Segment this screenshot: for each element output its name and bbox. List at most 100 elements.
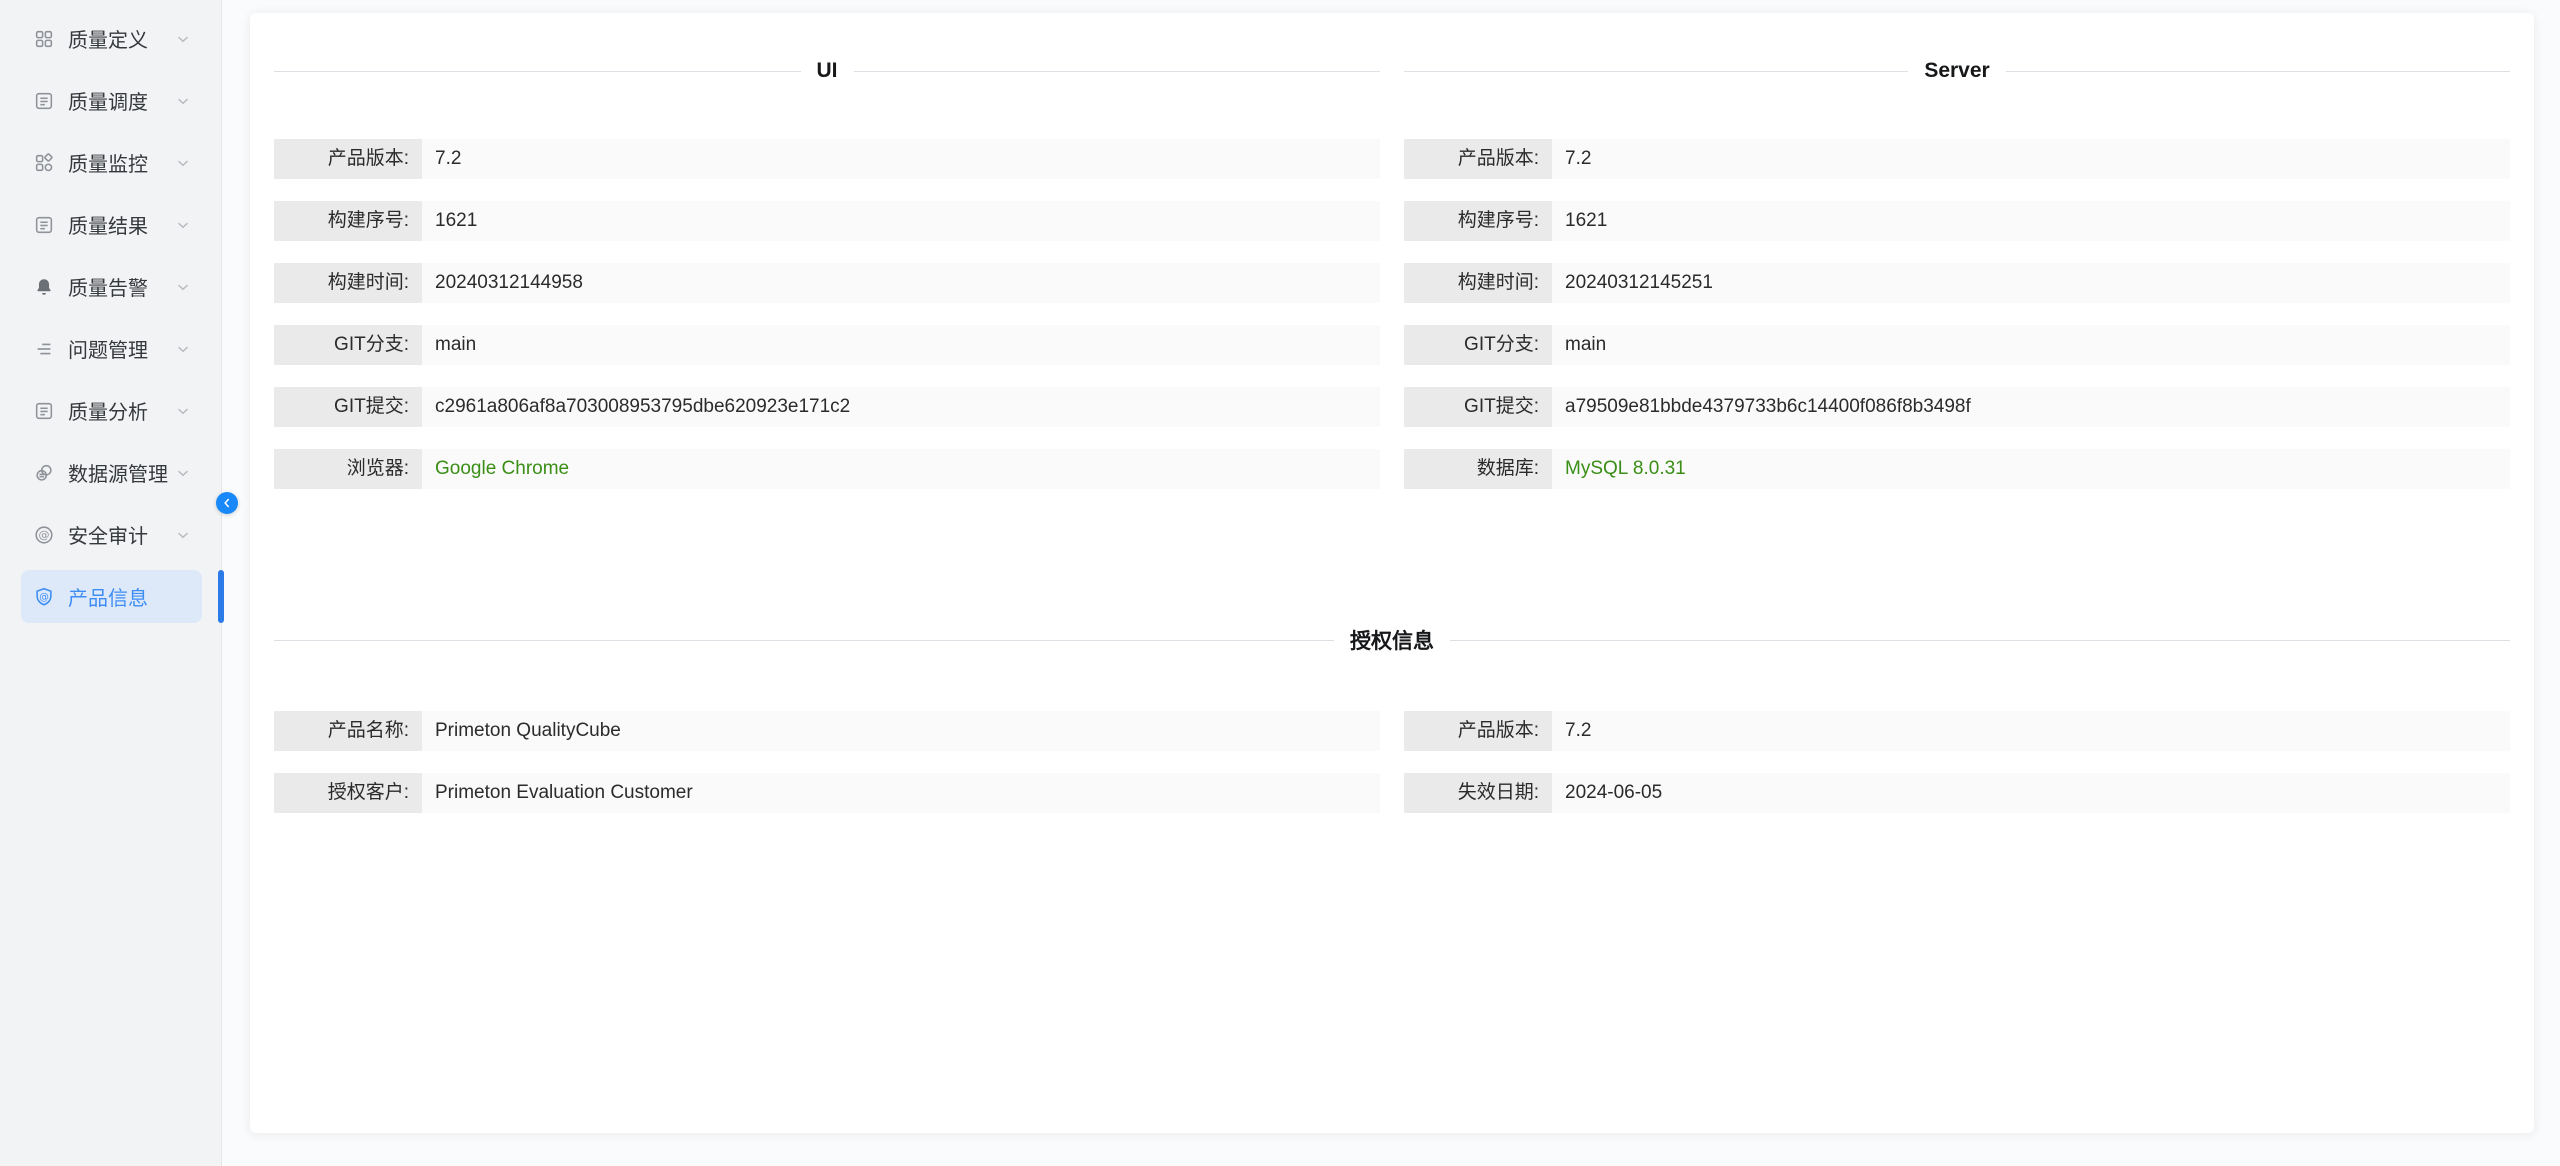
table-row: 构建时间: 20240312144958 <box>274 263 1380 303</box>
row-label: 授权客户: <box>274 773 422 813</box>
license-left-column: 产品名称: Primeton QualityCube 授权客户: Primeto… <box>274 711 1380 813</box>
table-row: 产品版本: 7.2 <box>274 139 1380 179</box>
svg-text:@: @ <box>39 592 49 603</box>
row-label: GIT分支: <box>274 325 422 365</box>
sidebar-item-issue-management[interactable]: 问题管理 <box>21 322 202 375</box>
sidebar-item-product-info[interactable]: @ 产品信息 <box>21 570 202 623</box>
sidebar-item-quality-monitoring[interactable]: 质量监控 <box>21 136 202 189</box>
row-label: 产品版本: <box>274 139 422 179</box>
table-row: 构建序号: 1621 <box>274 201 1380 241</box>
row-label: 数据库: <box>1404 449 1552 489</box>
section-title: UI <box>817 59 838 83</box>
appstore-icon <box>33 152 55 174</box>
sidebar: 质量定义 质量调度 <box>0 0 222 1166</box>
chevron-down-icon <box>174 402 192 420</box>
divider-line <box>1404 71 1908 72</box>
document-icon <box>33 400 55 422</box>
row-label: 产品版本: <box>1404 711 1552 751</box>
sidebar-item-label: 质量告警 <box>68 272 148 301</box>
divider-line <box>274 640 1334 641</box>
section-title: 授权信息 <box>1350 625 1434 655</box>
at-circle-icon: @ <box>33 524 55 546</box>
divider-line <box>274 71 801 72</box>
sidebar-item-label: 数据源管理 <box>68 458 168 487</box>
table-row: 构建序号: 1621 <box>1404 201 2510 241</box>
chevron-down-icon <box>174 526 192 544</box>
sidebar-item-quality-alerts[interactable]: 质量告警 <box>21 260 202 313</box>
row-label: 失效日期: <box>1404 773 1552 813</box>
divider-line <box>1450 640 2510 641</box>
database-icon <box>33 462 55 484</box>
list-lines-icon <box>33 338 55 360</box>
grid-icon <box>33 28 55 50</box>
table-row: 构建时间: 20240312145251 <box>1404 263 2510 303</box>
row-value: 7.2 <box>1552 711 2510 751</box>
divider-line <box>854 71 1381 72</box>
table-row: GIT分支: main <box>1404 325 2510 365</box>
chevron-down-icon <box>174 278 192 296</box>
row-value: c2961a806af8a703008953795dbe620923e171c2 <box>422 387 1380 427</box>
table-row: 数据库: MySQL 8.0.31 <box>1404 449 2510 489</box>
table-row: 失效日期: 2024-06-05 <box>1404 773 2510 813</box>
row-value: main <box>422 325 1380 365</box>
sidebar-item-quality-analysis[interactable]: 质量分析 <box>21 384 202 437</box>
server-section: Server 产品版本: 7.2 构建序号: 1621 构建 <box>1404 59 2510 489</box>
table-row: GIT提交: a79509e81bbde4379733b6c14400f086f… <box>1404 387 2510 427</box>
row-label: GIT分支: <box>1404 325 1552 365</box>
row-value: a79509e81bbde4379733b6c14400f086f8b3498f <box>1552 387 2510 427</box>
row-label: 产品版本: <box>1404 139 1552 179</box>
chevron-left-icon <box>220 496 234 510</box>
row-label: 构建时间: <box>1404 263 1552 303</box>
chevron-down-icon <box>174 216 192 234</box>
row-value: 7.2 <box>1552 139 2510 179</box>
table-row: GIT提交: c2961a806af8a703008953795dbe62092… <box>274 387 1380 427</box>
table-row: 产品版本: 7.2 <box>1404 711 2510 751</box>
bell-icon <box>33 276 55 298</box>
table-row: 授权客户: Primeton Evaluation Customer <box>274 773 1380 813</box>
sidebar-item-quality-definition[interactable]: 质量定义 <box>21 12 202 65</box>
row-label: 浏览器: <box>274 449 422 489</box>
chevron-down-icon <box>174 154 192 172</box>
chevron-down-icon <box>174 30 192 48</box>
section-title: Server <box>1924 59 1989 83</box>
table-row: 产品版本: 7.2 <box>1404 139 2510 179</box>
sidebar-item-label: 质量监控 <box>68 148 148 177</box>
row-value: main <box>1552 325 2510 365</box>
row-value-database: MySQL 8.0.31 <box>1552 449 2510 489</box>
main-content: UI 产品版本: 7.2 构建序号: 1621 构建时间: <box>222 0 2560 1166</box>
sidebar-item-label: 问题管理 <box>68 334 148 363</box>
sidebar-item-label: 安全审计 <box>68 520 148 549</box>
table-row: GIT分支: main <box>274 325 1380 365</box>
row-value: 2024-06-05 <box>1552 773 2510 813</box>
license-section-header: 授权信息 <box>274 625 2510 655</box>
chevron-down-icon <box>174 92 192 110</box>
shield-at-icon: @ <box>33 586 55 608</box>
divider-line <box>2006 71 2510 72</box>
row-label: GIT提交: <box>274 387 422 427</box>
svg-text:@: @ <box>39 528 50 541</box>
chevron-down-icon <box>174 340 192 358</box>
row-value-browser: Google Chrome <box>422 449 1380 489</box>
sidebar-item-label: 质量结果 <box>68 210 148 239</box>
license-right-column: 产品版本: 7.2 失效日期: 2024-06-05 <box>1404 711 2510 813</box>
row-value: 1621 <box>422 201 1380 241</box>
sidebar-item-quality-scheduling[interactable]: 质量调度 <box>21 74 202 127</box>
sidebar-collapse-button[interactable] <box>216 492 238 514</box>
row-label: 构建时间: <box>274 263 422 303</box>
product-info-card: UI 产品版本: 7.2 构建序号: 1621 构建时间: <box>250 13 2534 1133</box>
row-value: Primeton Evaluation Customer <box>422 773 1380 813</box>
row-value: 1621 <box>1552 201 2510 241</box>
sidebar-item-datasource-management[interactable]: 数据源管理 <box>21 446 202 499</box>
server-section-header: Server <box>1404 59 2510 83</box>
sidebar-item-label: 质量分析 <box>68 396 148 425</box>
row-label: 产品名称: <box>274 711 422 751</box>
ui-section: UI 产品版本: 7.2 构建序号: 1621 构建时间: <box>274 59 1380 489</box>
sidebar-item-label: 产品信息 <box>68 582 148 611</box>
table-row: 产品名称: Primeton QualityCube <box>274 711 1380 751</box>
sidebar-item-label: 质量定义 <box>68 24 148 53</box>
sidebar-item-quality-results[interactable]: 质量结果 <box>21 198 202 251</box>
row-label: 构建序号: <box>1404 201 1552 241</box>
sidebar-item-security-audit[interactable]: @ 安全审计 <box>21 508 202 561</box>
row-value: 20240312145251 <box>1552 263 2510 303</box>
app-layout: 质量定义 质量调度 <box>0 0 2560 1166</box>
